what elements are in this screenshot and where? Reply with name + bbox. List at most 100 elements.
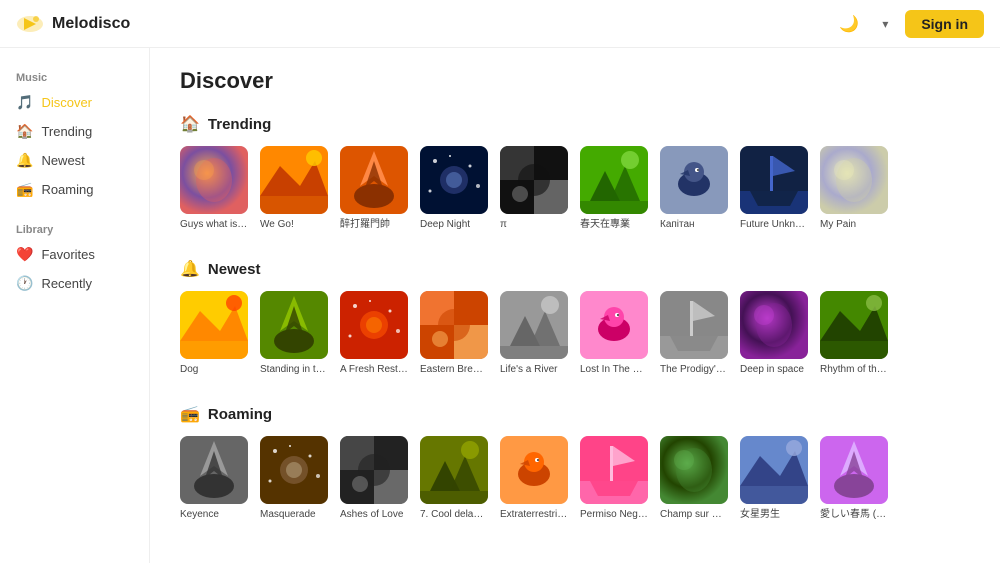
header-left: Melodisco — [16, 10, 130, 38]
sidebar-item-trending[interactable]: 🏠 Trending — [0, 117, 149, 146]
card-thumbnail — [820, 436, 888, 504]
trending-icon: 🏠 — [16, 123, 33, 140]
music-card[interactable]: Deep Night — [420, 146, 488, 231]
card-thumbnail — [340, 146, 408, 214]
music-card[interactable]: Rhythm of the Night — [820, 291, 888, 376]
card-label: Rhythm of the Night — [820, 363, 888, 376]
card-thumbnail — [180, 291, 248, 359]
roaming-section-icon: 📻 — [180, 404, 200, 424]
card-thumbnail — [740, 146, 808, 214]
music-card[interactable]: Standing in the pro... — [260, 291, 328, 376]
music-card[interactable]: Капітан — [660, 146, 728, 231]
card-thumbnail — [260, 436, 328, 504]
roaming-grid: Keyence Masquerade Ashes of Love 7. Cool… — [180, 436, 970, 521]
card-label: The Prodigy's Sym... — [660, 363, 728, 376]
card-thumbnail — [500, 146, 568, 214]
music-card[interactable]: Champ sur Drac — [660, 436, 728, 521]
card-thumbnail — [260, 291, 328, 359]
card-label: 女星男生 — [740, 508, 808, 521]
sidebar-item-discover[interactable]: 🎵 Discover — [0, 88, 149, 117]
sidebar-item-trending-label: Trending — [41, 124, 92, 139]
card-thumbnail — [660, 291, 728, 359]
card-label: A Fresh Restart — [340, 363, 408, 376]
music-card[interactable]: Eastern Breeze — [420, 291, 488, 376]
card-label: Eastern Breeze — [420, 363, 488, 376]
card-label: Deep in space — [740, 363, 808, 376]
signin-button[interactable]: Sign in — [905, 10, 984, 38]
music-card[interactable]: Lost In The Wind — [580, 291, 648, 376]
discover-icon: 🎵 — [16, 94, 33, 111]
sidebar-item-favorites-label: Favorites — [41, 247, 94, 262]
sidebar: Music 🎵 Discover 🏠 Trending 🔔 Newest 📻 R… — [0, 48, 150, 563]
card-label: Masquerade — [260, 508, 328, 521]
card-thumbnail — [340, 291, 408, 359]
card-label: Ashes of Love — [340, 508, 408, 521]
music-card[interactable]: Extraterrestrial Love — [500, 436, 568, 521]
roaming-header: 📻 Roaming — [180, 404, 970, 424]
chevron-down-button[interactable]: ▾ — [873, 12, 897, 36]
card-label: Lost In The Wind — [580, 363, 648, 376]
music-card[interactable]: π — [500, 146, 568, 231]
sidebar-item-recently-label: Recently — [41, 276, 92, 291]
newest-section-label: Newest — [208, 261, 261, 278]
card-thumbnail — [340, 436, 408, 504]
music-card[interactable]: Deep in space — [740, 291, 808, 376]
roaming-section: 📻 Roaming Keyence Masquerade Ashes of Lo… — [180, 404, 970, 521]
logo-icon — [16, 10, 44, 38]
music-card[interactable]: We Go! — [260, 146, 328, 231]
trending-section-icon: 🏠 — [180, 114, 200, 134]
card-thumbnail — [420, 291, 488, 359]
music-card[interactable]: A Fresh Restart — [340, 291, 408, 376]
card-thumbnail — [740, 436, 808, 504]
music-card[interactable]: 醉打羅門帥 — [340, 146, 408, 231]
card-label: My Pain — [820, 218, 888, 231]
card-thumbnail — [660, 436, 728, 504]
music-card[interactable]: My Pain — [820, 146, 888, 231]
music-card[interactable]: Guys what is wron... — [180, 146, 248, 231]
trending-section: 🏠 Trending Guys what is wron... We Go! 醉… — [180, 114, 970, 231]
music-card[interactable]: Dog — [180, 291, 248, 376]
card-label: 7. Cool delayed kick — [420, 508, 488, 521]
newest-header: 🔔 Newest — [180, 259, 970, 279]
card-thumbnail — [260, 146, 328, 214]
card-label: 春天在專業 — [580, 218, 648, 231]
music-card[interactable]: Masquerade — [260, 436, 328, 521]
favorites-icon: ❤️ — [16, 246, 33, 263]
card-thumbnail — [180, 146, 248, 214]
card-label: 愛しい春馬 (Belove... — [820, 508, 888, 521]
music-card[interactable]: 7. Cool delayed kick — [420, 436, 488, 521]
card-label: Future Unknown — [740, 218, 808, 231]
sidebar-item-favorites[interactable]: ❤️ Favorites — [0, 240, 149, 269]
music-card[interactable]: Keyence — [180, 436, 248, 521]
newest-icon: 🔔 — [16, 152, 33, 169]
music-card[interactable]: Life's a River — [500, 291, 568, 376]
main-content: Discover 🏠 Trending Guys what is wron...… — [150, 48, 1000, 563]
layout: Music 🎵 Discover 🏠 Trending 🔔 Newest 📻 R… — [0, 48, 1000, 563]
sidebar-item-newest[interactable]: 🔔 Newest — [0, 146, 149, 175]
card-thumbnail — [420, 146, 488, 214]
card-thumbnail — [180, 436, 248, 504]
card-label: π — [500, 218, 568, 231]
theme-toggle-button[interactable]: 🌙 — [833, 8, 865, 40]
sidebar-item-recently[interactable]: 🕐 Recently — [0, 269, 149, 298]
music-card[interactable]: Ashes of Love — [340, 436, 408, 521]
card-label: Капітан — [660, 218, 728, 231]
card-label: Dog — [180, 363, 248, 376]
card-label: We Go! — [260, 218, 328, 231]
trending-section-label: Trending — [208, 116, 271, 133]
music-card[interactable]: 愛しい春馬 (Belove... — [820, 436, 888, 521]
card-thumbnail — [660, 146, 728, 214]
header: Melodisco 🌙 ▾ Sign in — [0, 0, 1000, 48]
music-card[interactable]: The Prodigy's Sym... — [660, 291, 728, 376]
header-right: 🌙 ▾ Sign in — [833, 8, 984, 40]
music-card[interactable]: Permiso Negado — [580, 436, 648, 521]
music-card[interactable]: Future Unknown — [740, 146, 808, 231]
music-card[interactable]: 女星男生 — [740, 436, 808, 521]
newest-section: 🔔 Newest Dog Standing in the pro... A Fr… — [180, 259, 970, 376]
sidebar-item-roaming[interactable]: 📻 Roaming — [0, 175, 149, 204]
sidebar-item-newest-label: Newest — [41, 153, 84, 168]
library-section-label: Library — [0, 216, 149, 240]
music-card[interactable]: 春天在專業 — [580, 146, 648, 231]
card-thumbnail — [740, 291, 808, 359]
roaming-section-label: Roaming — [208, 406, 272, 423]
